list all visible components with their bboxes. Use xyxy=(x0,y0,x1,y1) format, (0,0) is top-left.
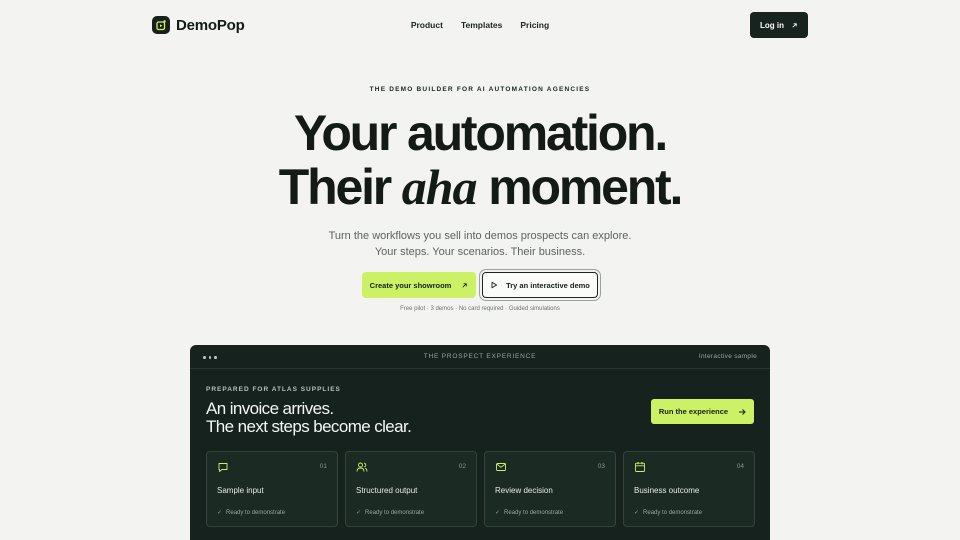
step-number: 02 xyxy=(458,463,466,470)
step-cards: 01 Sample input ✓ Ready to demonstrate 0… xyxy=(206,451,755,527)
step-card[interactable]: 03 Review decision ✓ Ready to demonstrat… xyxy=(484,451,616,527)
step-title: Business outcome xyxy=(634,486,700,495)
step-status-text: Ready to demonstrate xyxy=(226,509,286,516)
step-status: ✓ Ready to demonstrate xyxy=(634,509,703,517)
run-experience-button[interactable]: Run the experience xyxy=(651,399,754,424)
panel-headline: An invoice arrives. The next steps becom… xyxy=(206,399,412,436)
arrow-right-icon xyxy=(739,408,746,415)
check-icon: ✓ xyxy=(634,510,640,516)
calendar-icon xyxy=(635,462,645,472)
headline-line-1: Your automation. xyxy=(293,105,668,161)
step-status: ✓ Ready to demonstrate xyxy=(495,509,564,517)
panel-title: THE PROSPECT EXPERIENCE xyxy=(423,353,537,360)
nav-link-pricing[interactable]: Pricing xyxy=(520,20,549,30)
headline-line-2-pre: Their xyxy=(278,159,402,215)
step-status: ✓ Ready to demonstrate xyxy=(356,509,425,517)
prospect-experience-panel: THE PROSPECT EXPERIENCE Interactive samp… xyxy=(190,345,770,540)
users-icon xyxy=(356,462,368,472)
try-demo-label: Try an interactive demo xyxy=(506,280,590,290)
mail-icon xyxy=(496,463,506,471)
step-status-text: Ready to demonstrate xyxy=(643,509,703,516)
headline-line-2-post: moment. xyxy=(476,159,683,215)
run-experience-label: Run the experience xyxy=(658,407,729,416)
check-icon: ✓ xyxy=(356,510,362,516)
login-label: Log in xyxy=(760,20,784,30)
nav-links: Product Templates Pricing xyxy=(0,20,960,30)
step-number: 03 xyxy=(597,463,605,470)
panel-tag: Interactive sample xyxy=(698,353,757,360)
step-card[interactable]: 02 Structured output ✓ Ready to demonstr… xyxy=(345,451,477,527)
panel-titlebar: THE PROSPECT EXPERIENCE Interactive samp… xyxy=(190,345,770,369)
arrow-up-right-icon xyxy=(462,282,468,288)
check-icon: ✓ xyxy=(495,510,501,516)
hero-subtitle-line-1: Turn the workflows you sell into demos p… xyxy=(328,230,632,242)
step-title: Sample input xyxy=(217,486,264,495)
step-status-text: Ready to demonstrate xyxy=(365,509,425,516)
check-icon: ✓ xyxy=(217,510,223,516)
top-nav: DemoPop Product Templates Pricing Log in xyxy=(0,0,960,50)
step-status: ✓ Ready to demonstrate xyxy=(217,509,286,517)
step-title: Structured output xyxy=(356,486,418,495)
step-card[interactable]: 01 Sample input ✓ Ready to demonstrate xyxy=(206,451,338,527)
hero-subtitle-line-2: Your steps. Your scenarios. Their busine… xyxy=(374,246,586,258)
arrow-up-right-icon xyxy=(792,22,797,28)
hero-fineprint: Free pilot · 3 demos · No card required … xyxy=(400,306,560,312)
hero-headline: Your automation. Their aha moment. xyxy=(0,106,960,214)
login-button[interactable]: Log in xyxy=(750,12,808,38)
message-icon xyxy=(218,463,228,472)
create-showroom-label: Create your showroom xyxy=(369,280,452,290)
hero-eyebrow: THE DEMO BUILDER FOR AI AUTOMATION AGENC… xyxy=(369,86,591,93)
play-icon xyxy=(491,281,498,289)
panel-headline-line-2: The next steps become clear. xyxy=(206,417,412,436)
headline-emphasis: aha xyxy=(401,159,478,215)
panel-headline-line-1: An invoice arrives. xyxy=(206,399,334,418)
nav-link-templates[interactable]: Templates xyxy=(461,20,502,30)
hero-subtitle: Turn the workflows you sell into demos p… xyxy=(0,228,960,260)
hero-cta-row: Create your showroom Try an interactive … xyxy=(0,272,960,298)
step-number: 01 xyxy=(319,463,327,470)
step-status-text: Ready to demonstrate xyxy=(504,509,564,516)
step-number: 04 xyxy=(736,463,744,470)
nav-link-product[interactable]: Product xyxy=(411,20,443,30)
prepared-for-label: PREPARED FOR ATLAS SUPPLIES xyxy=(206,386,341,393)
try-demo-button[interactable]: Try an interactive demo xyxy=(482,272,598,298)
step-card[interactable]: 04 Business outcome ✓ Ready to demonstra… xyxy=(623,451,755,527)
create-showroom-button[interactable]: Create your showroom xyxy=(362,272,476,298)
step-title: Review decision xyxy=(495,486,553,495)
